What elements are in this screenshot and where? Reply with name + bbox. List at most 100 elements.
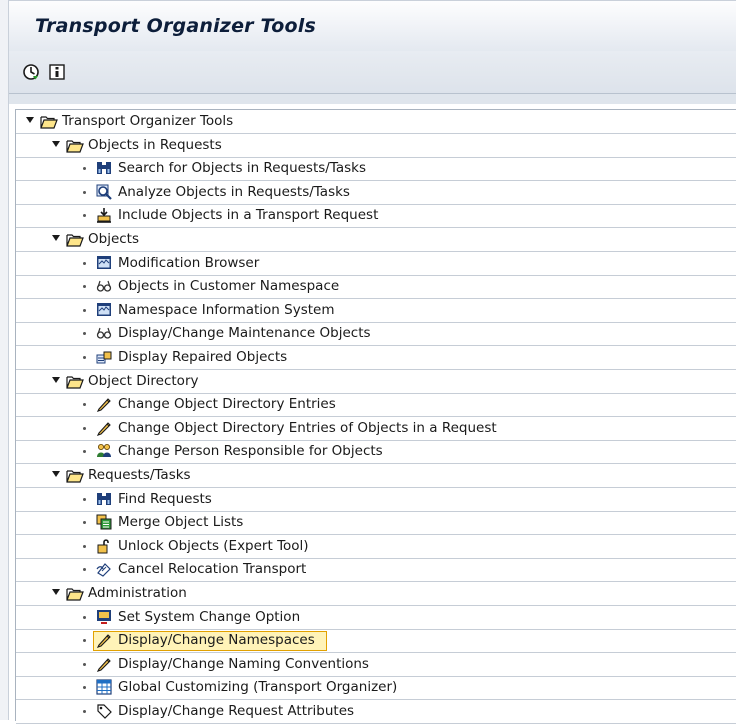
folder-open-icon: [66, 586, 84, 602]
tree-item-display-repaired-objects[interactable]: Display Repaired Objects: [16, 346, 736, 370]
screen-icon: [96, 255, 112, 271]
persons-icon: [96, 443, 112, 459]
execute-clock-icon: [23, 64, 39, 80]
tree-control: Transport Organizer Tools Objects in Requ…: [15, 109, 736, 724]
tree-folder-administration[interactable]: Administration: [16, 582, 736, 606]
tree-item-label[interactable]: Global Customizing (Transport Organizer): [118, 676, 397, 698]
tree-item-display-change-request-attributes[interactable]: Display/Change Request Attributes: [16, 700, 736, 724]
expand-triangle-icon[interactable]: [52, 235, 60, 241]
leaf-bullet: [83, 262, 86, 265]
tree-item-label[interactable]: Namespace Information System: [118, 299, 335, 321]
tree-node-label[interactable]: Transport Organizer Tools: [62, 110, 233, 132]
tree-item-display-change-namespaces[interactable]: Display/Change Namespaces: [16, 629, 736, 653]
tree-item-unlock-objects-expert-tool[interactable]: Unlock Objects (Expert Tool): [16, 535, 736, 559]
analyze-icon: [96, 184, 112, 200]
application-toolbar: [9, 51, 736, 94]
tree-item-label[interactable]: Objects in Customer Namespace: [118, 275, 339, 297]
leaf-bullet: [83, 214, 86, 217]
leaf-bullet: [83, 616, 86, 619]
leaf-bullet: [83, 498, 86, 501]
expand-triangle-icon[interactable]: [26, 117, 34, 123]
pencil-icon: [96, 420, 112, 436]
pencil-icon: [96, 396, 112, 412]
info-icon: [49, 64, 65, 80]
binoculars-icon: [96, 491, 112, 507]
tree-item-label[interactable]: Set System Change Option: [118, 606, 300, 628]
content-separator: [9, 94, 736, 104]
tree-item-global-customizing-transport-organizer[interactable]: Global Customizing (Transport Organizer): [16, 676, 736, 700]
tree-item-change-person-responsible-for-objects[interactable]: Change Person Responsible for Objects: [16, 440, 736, 464]
tree-item-label[interactable]: Cancel Relocation Transport: [118, 558, 306, 580]
tree-folder-objects-in-requests[interactable]: Objects in Requests: [16, 134, 736, 158]
tree-item-label[interactable]: Modification Browser: [118, 252, 259, 274]
tree-item-label[interactable]: Display Repaired Objects: [118, 346, 287, 368]
tree-node-label[interactable]: Objects: [88, 228, 139, 250]
leaf-bullet: [83, 309, 86, 312]
tree-item-set-system-change-option[interactable]: Set System Change Option: [16, 606, 736, 630]
tree-item-label[interactable]: Merge Object Lists: [118, 511, 243, 533]
tree-item-find-requests[interactable]: Find Requests: [16, 488, 736, 512]
folder-open-icon: [66, 138, 84, 154]
execute-clock-button[interactable]: [21, 62, 41, 82]
title-bar: Transport Organizer Tools: [9, 0, 736, 52]
screen-icon: [96, 302, 112, 318]
expand-triangle-icon[interactable]: [52, 471, 60, 477]
leaf-bullet: [83, 356, 86, 359]
tree-item-change-object-directory-entries[interactable]: Change Object Directory Entries: [16, 393, 736, 417]
tree-item-label[interactable]: Analyze Objects in Requests/Tasks: [118, 181, 350, 203]
tree-item-label[interactable]: Display/Change Maintenance Objects: [118, 322, 371, 344]
tree-item-label[interactable]: Display/Change Naming Conventions: [118, 653, 369, 675]
tree-item-label[interactable]: Change Object Directory Entries of Objec…: [118, 417, 497, 439]
tree-item-display-change-naming-conventions[interactable]: Display/Change Naming Conventions: [16, 653, 736, 677]
leaf-bullet: [83, 686, 86, 689]
tree-item-analyze-objects-in-requests-tasks[interactable]: Analyze Objects in Requests/Tasks: [16, 181, 736, 205]
binoculars-icon: [96, 160, 112, 176]
left-frame-border: [0, 0, 9, 720]
info-button[interactable]: [47, 62, 67, 82]
tree-item-namespace-information-system[interactable]: Namespace Information System: [16, 299, 736, 323]
folder-open-icon: [66, 232, 84, 248]
tree-item-objects-in-customer-namespace[interactable]: Objects in Customer Namespace: [16, 275, 736, 299]
expand-triangle-icon[interactable]: [52, 141, 60, 147]
tree-node-label[interactable]: Object Directory: [88, 370, 198, 392]
tree-item-modification-browser[interactable]: Modification Browser: [16, 252, 736, 276]
tree-folder-object-directory[interactable]: Object Directory: [16, 370, 736, 394]
tree-item-label[interactable]: Display/Change Request Attributes: [118, 700, 354, 722]
tree-folder-requests-tasks[interactable]: Requests/Tasks: [16, 464, 736, 488]
leaf-bullet: [83, 521, 86, 524]
tree-item-change-object-directory-entries-of-objects-in-a-request[interactable]: Change Object Directory Entries of Objec…: [16, 417, 736, 441]
leaf-bullet: [83, 710, 86, 713]
tree-item-cancel-relocation-transport[interactable]: Cancel Relocation Transport: [16, 558, 736, 582]
leaf-bullet: [83, 191, 86, 194]
tree-item-display-change-maintenance-objects[interactable]: Display/Change Maintenance Objects: [16, 322, 736, 346]
tree-item-label[interactable]: Include Objects in a Transport Request: [118, 204, 378, 226]
tree-node-label[interactable]: Administration: [88, 582, 187, 604]
tree-folder-objects[interactable]: Objects: [16, 228, 736, 252]
tree-item-merge-object-lists[interactable]: Merge Object Lists: [16, 511, 736, 535]
expand-triangle-icon[interactable]: [52, 589, 60, 595]
cancel-relocation-icon: [96, 561, 112, 577]
table-icon: [96, 679, 112, 695]
tree-item-include-objects-in-a-transport-request[interactable]: Include Objects in a Transport Request: [16, 204, 736, 228]
leaf-bullet: [83, 285, 86, 288]
tree-item-label[interactable]: Search for Objects in Requests/Tasks: [118, 157, 366, 179]
tree-item-label[interactable]: Display/Change Namespaces: [118, 629, 315, 651]
leaf-bullet: [83, 545, 86, 548]
expand-triangle-icon[interactable]: [52, 377, 60, 383]
leaf-bullet: [83, 167, 86, 170]
flag-screen-icon: [96, 609, 112, 625]
leaf-bullet: [83, 450, 86, 453]
tree-item-search-for-objects-in-requests-tasks[interactable]: Search for Objects in Requests/Tasks: [16, 157, 736, 181]
leaf-bullet: [83, 663, 86, 666]
tree-item-label[interactable]: Find Requests: [118, 488, 212, 510]
tree-item-label[interactable]: Unlock Objects (Expert Tool): [118, 535, 309, 557]
tree-node-label[interactable]: Requests/Tasks: [88, 464, 191, 486]
tree-item-label[interactable]: Change Object Directory Entries: [118, 393, 336, 415]
sap-window: Transport Organizer Tools Transport Orga…: [0, 0, 736, 724]
folder-open-icon: [66, 468, 84, 484]
tree-node-label[interactable]: Objects in Requests: [88, 134, 222, 156]
tree-item-label[interactable]: Change Person Responsible for Objects: [118, 440, 383, 462]
glasses-icon: [96, 278, 112, 294]
tree-root-transport-organizer-tools[interactable]: Transport Organizer Tools: [16, 110, 736, 134]
window-title: Transport Organizer Tools: [35, 15, 316, 37]
